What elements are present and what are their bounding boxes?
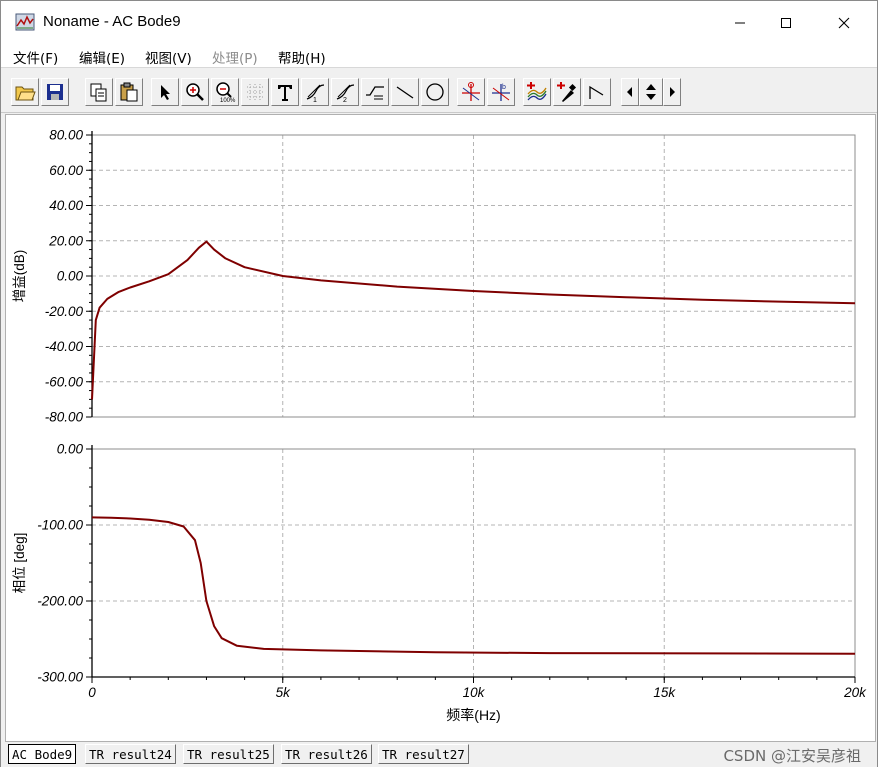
gain-ytick-label: 80.00 xyxy=(49,128,83,143)
cursor-2-button[interactable]: 2 xyxy=(331,78,359,106)
open-icon xyxy=(15,86,36,101)
phase-xtick-label: 5k xyxy=(276,685,292,700)
cursor-1-icon: 1 xyxy=(306,84,325,103)
cursor-1-button[interactable]: 1 xyxy=(301,78,329,106)
save-button[interactable] xyxy=(41,78,69,106)
scroll-updown-icon xyxy=(646,84,656,100)
scroll-left-icon xyxy=(627,87,632,97)
tab-tr-result24[interactable]: TR result24 xyxy=(85,744,176,764)
menu-process[interactable]: 处理(P) xyxy=(212,47,258,67)
cursor-3-button[interactable] xyxy=(361,78,389,106)
tab-ac-bode9[interactable]: AC Bode9 xyxy=(8,744,77,764)
add-trace-button[interactable] xyxy=(523,78,551,106)
window-title: Noname - AC Bode9 xyxy=(43,13,181,30)
phase-ytick-label: -300.00 xyxy=(37,670,83,685)
app-icon xyxy=(15,13,35,31)
text-icon xyxy=(278,85,292,101)
bode-plots: 80.00 60.00 40.00 20.00 0.00 -20.00 -40.00 -60.… xyxy=(12,128,867,724)
line-button[interactable] xyxy=(391,78,419,106)
add-trace-icon xyxy=(527,82,547,101)
gain-ytick-label: 0.00 xyxy=(57,269,84,284)
menu-edit[interactable]: 编辑(E) xyxy=(79,47,125,67)
gain-ytick-label: -80.00 xyxy=(45,410,84,425)
close-button[interactable] xyxy=(821,1,867,45)
phase-ytick-label: -200.00 xyxy=(37,594,83,609)
marker-a-icon xyxy=(462,82,480,101)
svg-text:2: 2 xyxy=(343,97,347,103)
gain-ytick-label: 40.00 xyxy=(49,198,83,213)
scroll-updown-button[interactable] xyxy=(639,78,663,106)
phase-xlabel: 频率(Hz) xyxy=(446,707,500,723)
phase-ytick-label: -100.00 xyxy=(37,518,83,533)
tab-tr-result26[interactable]: TR result26 xyxy=(281,744,372,764)
slope-icon xyxy=(589,85,604,99)
open-button[interactable] xyxy=(11,78,39,106)
watermark: CSDN @江安吴彦祖 xyxy=(723,747,861,765)
maximize-button[interactable] xyxy=(763,1,809,45)
minimize-icon xyxy=(735,22,745,24)
close-icon xyxy=(838,17,850,29)
line-icon xyxy=(396,86,414,99)
svg-text:100%: 100% xyxy=(220,98,236,103)
cursor-2-icon: 2 xyxy=(336,84,355,103)
copy-icon xyxy=(90,83,107,102)
toolbar: 100% 1 2 b xyxy=(1,67,877,113)
paste-icon xyxy=(120,82,138,102)
maximize-icon xyxy=(781,18,791,28)
menu-file[interactable]: 文件(F) xyxy=(13,47,58,67)
ellipse-icon xyxy=(426,83,444,101)
app-window: Noname - AC Bode9 文件(F) 编辑(E) 视图(V) 处理(P… xyxy=(0,0,878,767)
copy-button[interactable] xyxy=(85,78,113,106)
plot-area[interactable]: 80.00 60.00 40.00 20.00 0.00 -20.00 -40.00 -60.… xyxy=(5,114,876,742)
phase-xtick-label: 10k xyxy=(463,685,486,700)
pointer-button[interactable] xyxy=(151,78,179,106)
probe-icon xyxy=(557,82,577,102)
tab-tr-result27[interactable]: TR result27 xyxy=(378,744,469,764)
minimize-button[interactable] xyxy=(717,1,763,45)
title-bar[interactable]: Noname - AC Bode9 xyxy=(1,1,877,45)
tab-tr-result25[interactable]: TR result25 xyxy=(183,744,274,764)
zoom-100-icon: 100% xyxy=(216,82,236,103)
menu-help[interactable]: 帮助(H) xyxy=(278,47,326,67)
text-button[interactable] xyxy=(271,78,299,106)
save-icon xyxy=(47,84,63,100)
phase-xtick-label: 0 xyxy=(88,685,96,700)
zoom-in-icon xyxy=(186,83,204,101)
scroll-right-button[interactable] xyxy=(663,78,681,106)
grid-button[interactable] xyxy=(241,78,269,106)
scroll-left-button[interactable] xyxy=(621,78,639,106)
svg-text:b: b xyxy=(502,84,506,91)
phase-xtick-label: 20k xyxy=(843,685,867,700)
grid-icon xyxy=(247,84,263,100)
marker-a-button[interactable] xyxy=(457,78,485,106)
zoom-in-button[interactable] xyxy=(181,78,209,106)
gain-ytick-label: 60.00 xyxy=(49,163,83,178)
marker-b-icon: b xyxy=(492,84,510,101)
phase-ytick-label: 0.00 xyxy=(57,442,84,457)
probe-button[interactable] xyxy=(553,78,581,106)
paste-button[interactable] xyxy=(115,78,143,106)
pointer-icon xyxy=(161,85,170,100)
phase-xtick-label: 15k xyxy=(653,685,676,700)
svg-text:1: 1 xyxy=(313,97,317,103)
scroll-right-icon xyxy=(670,87,675,97)
marker-b-button[interactable]: b xyxy=(487,78,515,106)
zoom-100-button[interactable]: 100% xyxy=(211,78,239,106)
menu-view[interactable]: 视图(V) xyxy=(145,47,192,67)
slope-button[interactable] xyxy=(583,78,611,106)
ellipse-button[interactable] xyxy=(421,78,449,106)
gain-ytick-label: -40.00 xyxy=(45,339,84,354)
gain-ytick-label: 20.00 xyxy=(48,233,83,248)
menu-bar: 文件(F) 编辑(E) 视图(V) 处理(P) 帮助(H) xyxy=(1,45,877,67)
phase-ylabel: 相位 [deg] xyxy=(12,533,27,594)
gain-ytick-label: -20.00 xyxy=(45,304,84,319)
cursor-3-icon xyxy=(366,86,384,100)
gain-ytick-label: -60.00 xyxy=(45,374,84,389)
gain-ylabel: 增益(dB) xyxy=(12,250,27,303)
